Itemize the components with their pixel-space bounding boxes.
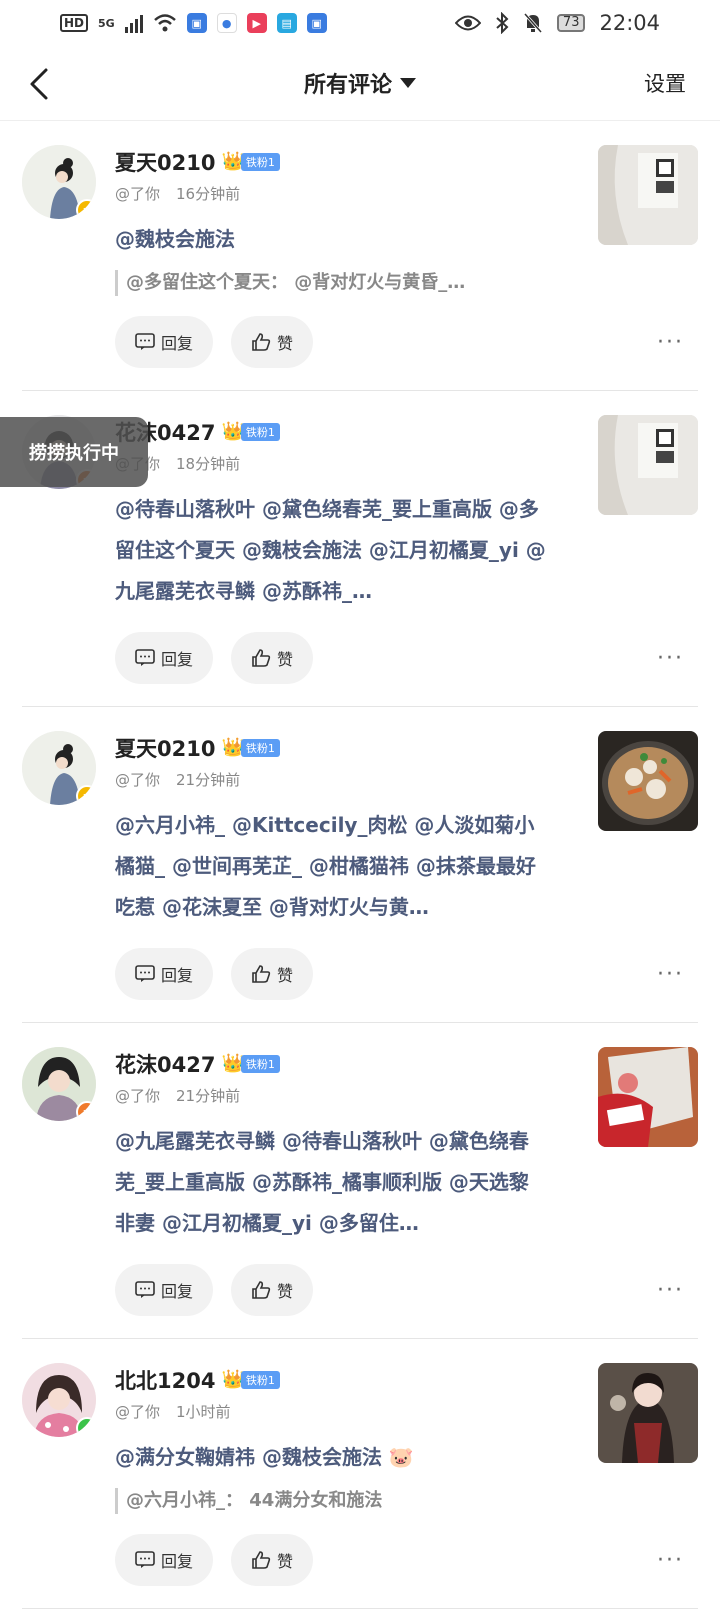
like-button[interactable]: 赞: [231, 1534, 314, 1586]
more-options-icon[interactable]: ···: [657, 330, 684, 355]
quoted-comment[interactable]: @六月小祎_： 44满分女和施法: [115, 1488, 548, 1514]
avatar[interactable]: v: [22, 731, 96, 805]
comment-time: 21分钟前: [176, 771, 241, 789]
like-button[interactable]: 赞: [231, 948, 314, 1000]
bluetooth-icon: [496, 12, 509, 34]
top-nav-bar: 所有评论 设置: [0, 46, 720, 121]
like-button[interactable]: 赞: [231, 1264, 314, 1316]
post-thumbnail[interactable]: [598, 731, 698, 831]
network-label: 5G: [98, 16, 115, 30]
verified-badge-icon: v: [76, 1101, 96, 1121]
comment-item[interactable]: v 夏天0210 👑 铁粉1 @了你 21分钟前 @六月小祎_ @Kittcecil…: [22, 707, 698, 1023]
comment-time: 18分钟前: [176, 455, 241, 473]
post-thumbnail[interactable]: [598, 145, 698, 245]
fan-badge: 👑 铁粉1: [221, 739, 280, 757]
running-task-overlay[interactable]: 捞捞执行中: [0, 417, 148, 487]
username[interactable]: 夏天0210: [115, 147, 215, 177]
wifi-icon: [153, 14, 176, 32]
comment-item[interactable]: v 夏天0210 👑 铁粉1 @了你 16分钟前 @魏枝会施法 @多留住这个夏天： …: [22, 121, 698, 391]
post-thumbnail[interactable]: [598, 1363, 698, 1463]
comment-item[interactable]: 北北1204 👑 铁粉1 @了你 1小时前 @满分女鞠婧祎 @魏枝会施法 🐷 @六月…: [22, 1339, 698, 1609]
fan-badge: 👑 铁粉1: [221, 153, 280, 171]
verified-badge-icon: v: [76, 199, 96, 219]
username[interactable]: 夏天0210: [115, 733, 215, 763]
app-notification-icon: ●: [216, 13, 237, 33]
reply-button[interactable]: 回复: [115, 316, 214, 368]
status-bar: HD 5G ▣ ● ▶ ▤ ▣ 73 22:04: [0, 0, 720, 46]
app-notification-icon: ▣: [186, 13, 207, 33]
page-title: 所有评论: [303, 73, 392, 98]
like-button[interactable]: 赞: [231, 632, 314, 684]
thumb-up-icon: [252, 649, 271, 667]
eye-icon: [454, 15, 481, 31]
thumb-up-icon: [252, 1551, 271, 1569]
comment-time: 16分钟前: [176, 185, 241, 203]
reply-button[interactable]: 回复: [115, 948, 214, 1000]
fan-badge: 👑 铁粉1: [221, 1055, 280, 1073]
post-thumbnail[interactable]: [598, 1047, 698, 1147]
quoted-comment[interactable]: @多留住这个夏天： @背对灯火与黄昏_…: [115, 270, 548, 296]
thumb-up-icon: [252, 965, 271, 983]
reply-button[interactable]: 回复: [115, 632, 214, 684]
comment-text[interactable]: @待春山落秋叶 @黛色绕春芜_要上重高版 @多留住这个夏天 @魏枝会施法 @江月…: [115, 489, 548, 612]
thumb-up-icon: [252, 333, 271, 351]
avatar[interactable]: [22, 1363, 96, 1437]
thumb-up-icon: [252, 1281, 271, 1299]
settings-button[interactable]: 设置: [644, 68, 686, 98]
reply-button[interactable]: 回复: [115, 1534, 214, 1586]
more-options-icon[interactable]: ···: [657, 646, 684, 671]
avatar[interactable]: v: [22, 1047, 96, 1121]
post-thumbnail[interactable]: [598, 415, 698, 515]
more-options-icon[interactable]: ···: [657, 1548, 684, 1573]
online-status-icon: [76, 1417, 96, 1437]
comment-text[interactable]: @六月小祎_ @Kittcecily_肉松 @人淡如菊小橘猫_ @世间再芜芷_ …: [115, 805, 548, 928]
more-options-icon[interactable]: ···: [657, 1278, 684, 1303]
app-notification-icon: ▣: [306, 13, 327, 33]
back-arrow-icon[interactable]: [22, 64, 62, 104]
mention-label: @了你: [115, 1087, 161, 1105]
username[interactable]: 北北1204: [115, 1365, 215, 1395]
comment-list: v 夏天0210 👑 铁粉1 @了你 16分钟前 @魏枝会施法 @多留住这个夏天： …: [0, 121, 720, 1609]
reply-button[interactable]: 回复: [115, 1264, 214, 1316]
comment-text[interactable]: @九尾露芜衣寻鳞 @待春山落秋叶 @黛色绕春芜_要上重高版 @苏酥祎_橘事顺利版…: [115, 1121, 548, 1244]
reader-app-icon: ▤: [276, 13, 297, 33]
verified-badge-icon: v: [76, 785, 96, 805]
comment-time: 1小时前: [176, 1403, 231, 1421]
like-button[interactable]: 赞: [231, 316, 314, 368]
comment-text[interactable]: @满分女鞠婧祎 @魏枝会施法 🐷: [115, 1437, 548, 1478]
fan-badge: 👑 铁粉1: [221, 423, 280, 441]
clock: 22:04: [599, 11, 660, 35]
mention-label: @了你: [115, 185, 161, 203]
battery-indicator: 73: [556, 14, 586, 32]
mention-label: @了你: [115, 771, 161, 789]
mute-bell-icon: [523, 13, 543, 33]
hd-icon: HD: [60, 14, 89, 32]
comment-time: 21分钟前: [176, 1087, 241, 1105]
mention-label: @了你: [115, 1403, 161, 1421]
comment-icon: [135, 333, 155, 350]
more-options-icon[interactable]: ···: [657, 962, 684, 987]
comment-icon: [135, 1551, 155, 1568]
comment-text[interactable]: @魏枝会施法: [115, 219, 548, 260]
username[interactable]: 花沫0427: [115, 1049, 215, 1079]
fan-badge: 👑 铁粉1: [221, 1371, 280, 1389]
comment-icon: [135, 649, 155, 666]
avatar[interactable]: v: [22, 145, 96, 219]
comment-icon: [135, 1281, 155, 1298]
comment-icon: [135, 965, 155, 982]
video-app-icon: ▶: [246, 13, 267, 33]
signal-icon: [124, 13, 143, 33]
comment-filter-dropdown[interactable]: 所有评论: [304, 67, 416, 99]
comment-item[interactable]: v 花沫0427 👑 铁粉1 @了你 21分钟前 @九尾露芜衣寻鳞 @待春山落秋叶 …: [22, 1023, 698, 1339]
caret-down-icon: [400, 78, 416, 88]
